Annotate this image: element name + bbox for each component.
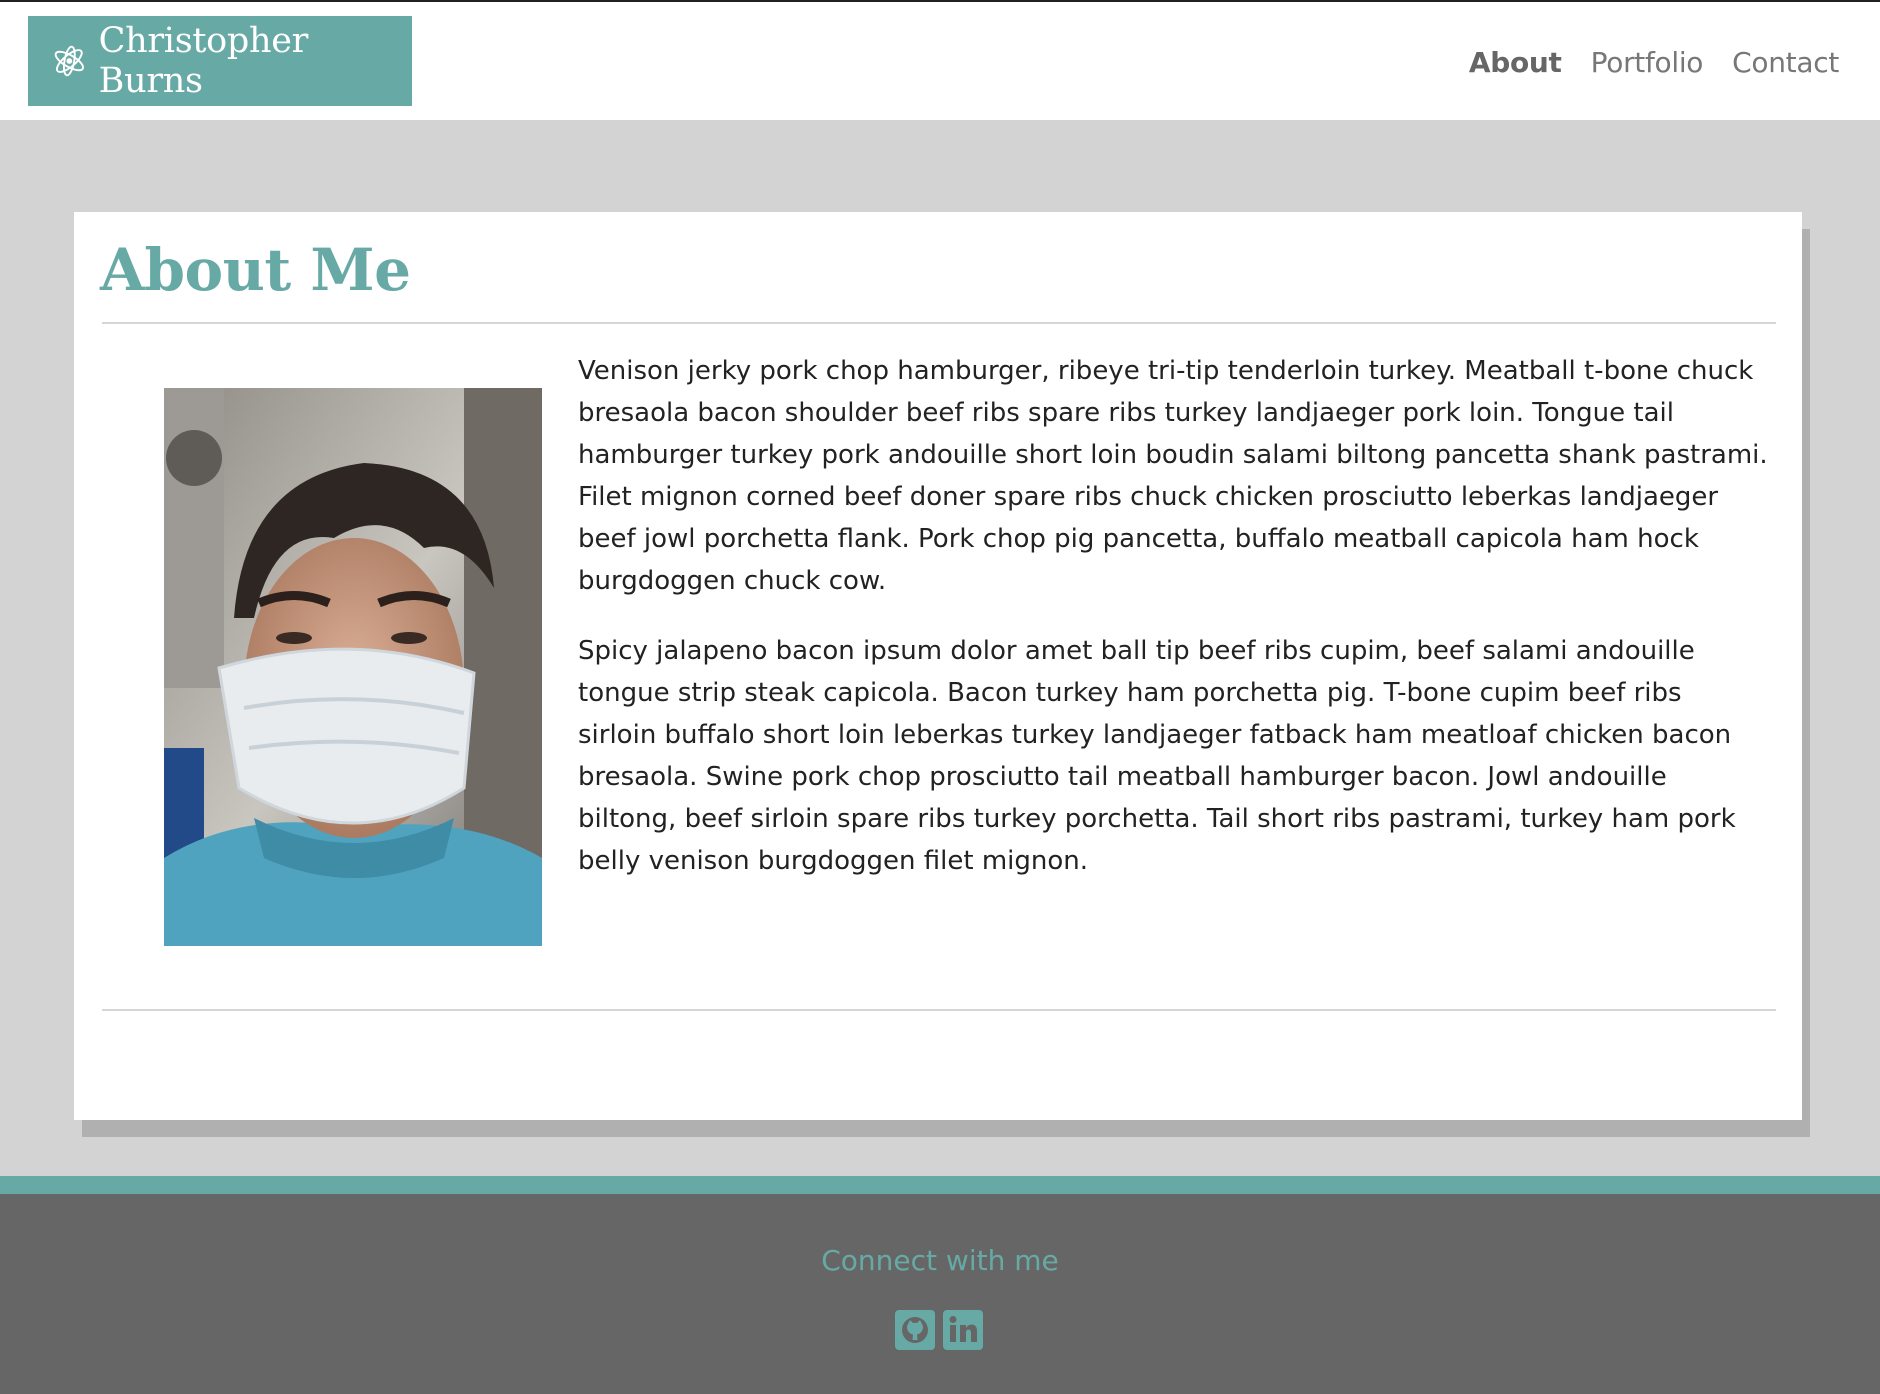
bio-paragraph: Venison jerky pork chop hamburger, ribey… (578, 356, 1768, 596)
bio-text: Venison jerky pork chop hamburger, ribey… (578, 350, 1768, 910)
title-divider (102, 322, 1776, 324)
navbar: Christopher Burns About Portfolio Contac… (0, 0, 1880, 120)
footer-accent-bar (0, 1176, 1880, 1194)
bio-paragraph: Spicy jalapeno bacon ipsum dolor amet ba… (578, 636, 1736, 876)
about-card: About Me Venison jerky pork chop hamburg… (74, 212, 1802, 1120)
atom-icon (54, 45, 84, 77)
nav-about[interactable]: About (1469, 46, 1562, 79)
footer: Connect with me (0, 1194, 1880, 1394)
profile-photo (164, 388, 542, 946)
page-title: About Me (100, 236, 411, 304)
brand-name: Christopher Burns (98, 21, 309, 101)
main-nav: About Portfolio Contact (1469, 46, 1839, 79)
nav-contact[interactable]: Contact (1732, 46, 1839, 79)
bottom-divider (102, 1009, 1776, 1011)
github-link[interactable] (895, 1310, 935, 1350)
linkedin-link[interactable] (943, 1310, 983, 1350)
connect-heading: Connect with me (821, 1244, 1059, 1277)
brand-logo-link[interactable]: Christopher Burns (28, 16, 412, 106)
github-icon (895, 1310, 935, 1350)
linkedin-icon (943, 1310, 983, 1350)
nav-portfolio[interactable]: Portfolio (1591, 46, 1704, 79)
social-links (895, 1310, 983, 1350)
